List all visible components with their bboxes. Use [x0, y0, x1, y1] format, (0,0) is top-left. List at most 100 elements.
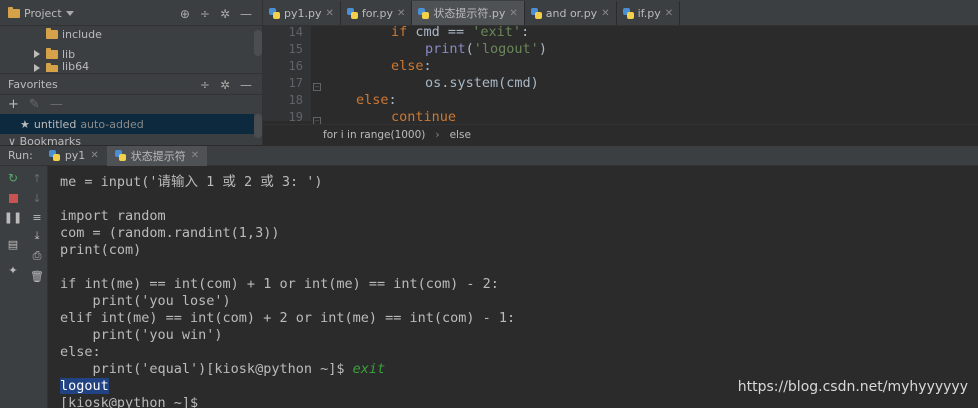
tab-label: 状态提示符.py: [433, 7, 506, 20]
favorites-tools: ÷ ✲ —: [200, 74, 252, 96]
collapse-icon[interactable]: ÷: [200, 78, 210, 92]
tab-and-or[interactable]: and or.py ✕: [525, 1, 617, 25]
project-panel-header: Project ⊕ ÷ ✲ —: [0, 2, 262, 26]
run-console[interactable]: me = input('请输入 1 或 2 或 3: ') import ran…: [49, 166, 978, 408]
console-selected-line: logout: [60, 378, 109, 395]
code-line-16: else:: [391, 58, 432, 74]
close-icon[interactable]: ✕: [665, 8, 673, 19]
console-line: print(com): [60, 242, 142, 258]
selected-output[interactable]: logout: [60, 378, 109, 394]
close-icon[interactable]: ✕: [325, 8, 333, 19]
tab-if[interactable]: if.py ✕: [617, 1, 681, 25]
rerun-icon[interactable]: ↻: [5, 170, 21, 186]
close-icon[interactable]: ✕: [397, 8, 405, 19]
run-tab-py1[interactable]: py1 ✕: [41, 146, 107, 166]
watermark: https://blog.csdn.net/myhyyyyyy: [737, 379, 968, 395]
typed-command: exit: [352, 361, 386, 377]
close-icon[interactable]: ✕: [509, 8, 517, 19]
bookmarks-label: Bookmarks: [19, 135, 82, 145]
run-panel-header: Run: py1 ✕ 状态提示符 ✕: [0, 145, 978, 166]
console-prompt-line: print('equal')[kiosk@python ~]$ exit: [60, 361, 386, 378]
trash-icon[interactable]: 🗑: [29, 268, 45, 284]
tab-label: if.py: [637, 6, 661, 20]
run-tab-label: py1: [64, 149, 86, 162]
tree-item-label: lib64: [62, 62, 90, 72]
tab-py1[interactable]: py1.py ✕: [263, 1, 341, 25]
close-icon[interactable]: ✕: [191, 150, 199, 161]
run-tab-label: 状态提示符: [130, 149, 186, 163]
settings-gear-icon[interactable]: ✲: [220, 78, 230, 92]
print-icon[interactable]: ⎙: [29, 248, 45, 264]
console-line: com = (random.randint(1,3)): [60, 225, 280, 241]
console-line: else:: [60, 344, 101, 360]
project-panel: Project ⊕ ÷ ✲ — include lib lib64 Favori…: [0, 0, 262, 145]
line-number: 17: [288, 76, 303, 90]
breadcrumb-item[interactable]: for i in range(1000): [323, 129, 425, 141]
python-file-icon: [346, 7, 358, 19]
tree-item-lib[interactable]: lib: [0, 44, 262, 64]
code-line-15: print('logout'): [425, 41, 547, 57]
edit-pencil-icon[interactable]: ✎: [29, 97, 40, 112]
tree-item-lib64[interactable]: lib64: [0, 62, 262, 72]
arrow-down-icon[interactable]: ↓: [29, 190, 45, 206]
favorites-item-label: untitled: [33, 117, 77, 131]
hide-panel-icon[interactable]: —: [240, 7, 252, 21]
hide-panel-icon[interactable]: —: [240, 78, 252, 92]
fold-marker-icon[interactable]: −: [313, 83, 321, 91]
run-tab-status-prompt[interactable]: 状态提示符 ✕: [106, 145, 208, 166]
project-title[interactable]: Project: [0, 7, 74, 20]
editor-tabs: py1.py ✕ for.py ✕ 状态提示符.py ✕ and or.py ✕…: [263, 0, 978, 26]
console-line: import random: [60, 208, 166, 224]
line-number-gutter: 14 15 16 17 18 19: [263, 25, 311, 121]
run-label: Run:: [8, 149, 33, 162]
stop-icon[interactable]: [5, 190, 21, 206]
layout-icon[interactable]: ▤: [5, 236, 21, 252]
python-file-icon: [48, 150, 60, 161]
locate-icon[interactable]: ⊕: [180, 7, 190, 21]
breadcrumb-item[interactable]: else: [450, 129, 471, 141]
line-number: 16: [288, 59, 303, 73]
tree-item-label: include: [62, 27, 102, 41]
console-line: print('you lose'): [60, 293, 231, 309]
console-line: [kiosk@python ~]$: [60, 395, 199, 408]
remove-icon[interactable]: —: [50, 97, 63, 112]
code-line-18: else:: [356, 92, 397, 108]
line-number: 19: [288, 110, 303, 121]
expand-arrow-icon[interactable]: [34, 50, 40, 58]
close-icon[interactable]: ✕: [601, 8, 609, 19]
lib-folder-icon: [46, 47, 58, 59]
close-icon[interactable]: ✕: [90, 150, 98, 161]
bookmarks-row[interactable]: ∨ Bookmarks: [0, 135, 262, 145]
console-line-text: print('equal')[kiosk@python ~]$: [60, 361, 353, 377]
arrow-up-icon[interactable]: ↑: [29, 170, 45, 186]
project-scrollbar[interactable]: [254, 30, 262, 56]
line-number: 14: [288, 25, 303, 39]
add-icon[interactable]: +: [8, 97, 19, 112]
favorites-header: Favorites ÷ ✲ —: [0, 73, 262, 95]
console-line: if int(me) == int(com) + 1 or int(me) ==…: [60, 276, 499, 292]
code-editor: py1.py ✕ for.py ✕ 状态提示符.py ✕ and or.py ✕…: [262, 0, 978, 145]
tab-status-prompt[interactable]: 状态提示符.py ✕: [412, 1, 525, 25]
pause-icon[interactable]: ❚❚: [4, 209, 22, 225]
scroll-to-end-icon[interactable]: ⤓: [29, 228, 45, 244]
pin-icon[interactable]: ✦: [5, 262, 21, 278]
python-file-icon: [269, 7, 280, 19]
tree-item-include[interactable]: include: [0, 24, 262, 44]
expand-arrow-icon[interactable]: [34, 64, 40, 72]
python-file-icon: [530, 7, 542, 19]
tab-for[interactable]: for.py ✕: [341, 1, 413, 25]
favorites-item-untitled[interactable]: ★ untitled auto-added: [0, 114, 254, 134]
soft-wrap-icon[interactable]: ≡: [29, 209, 45, 225]
project-folder-icon: [8, 7, 20, 18]
settings-gear-icon[interactable]: ✲: [220, 7, 230, 21]
collapse-icon[interactable]: ÷: [200, 7, 210, 21]
run-toolbar-secondary: ↑ ↓ ≡ ⤓ ⎙ 🗑: [26, 166, 48, 408]
include-folder-icon: [46, 27, 58, 39]
code-line-14: if cmd == 'exit':: [391, 24, 530, 40]
line-number: 18: [288, 93, 303, 107]
code-line-17: os.system(cmd): [425, 75, 539, 91]
tree-item-label: lib: [62, 47, 76, 61]
tab-label: for.py: [361, 6, 393, 20]
line-number: 15: [288, 42, 303, 56]
code-line-19: continue: [391, 109, 457, 121]
